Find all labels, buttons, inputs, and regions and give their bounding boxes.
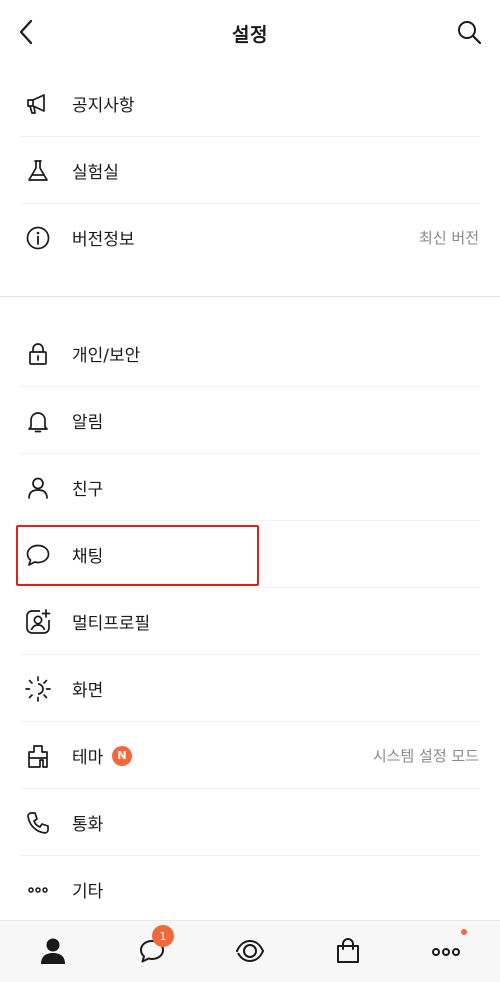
tab-chats[interactable]: 1 <box>130 925 174 973</box>
bell-icon <box>24 407 52 435</box>
unread-count-badge: 1 <box>152 925 174 947</box>
more-icon <box>432 948 460 956</box>
person-icon <box>24 474 52 502</box>
brightness-icon <box>24 675 52 703</box>
settings-item-multi-profile[interactable]: 멀티프로필 <box>0 588 500 655</box>
settings-item-label: 버전정보 <box>72 230 135 250</box>
search-button[interactable] <box>452 14 486 50</box>
settings-item-etc[interactable]: 기타 <box>0 856 500 923</box>
friends-person-icon <box>41 938 65 964</box>
tab-friends[interactable] <box>31 929 75 973</box>
chat-bubble-icon <box>24 541 52 569</box>
multi-profile-icon <box>24 608 52 636</box>
bottom-nav: 1 <box>0 920 500 982</box>
settings-item-notice[interactable]: 공지사항 <box>0 70 500 137</box>
tab-more[interactable] <box>424 929 468 973</box>
settings-item-display[interactable]: 화면 <box>0 655 500 722</box>
settings-item-privacy[interactable]: 개인/보안 <box>0 320 500 387</box>
settings-item-label: 친구 <box>72 480 104 500</box>
settings-item-lab[interactable]: 실험실 <box>0 137 500 204</box>
settings-item-friends[interactable]: 친구 <box>0 454 500 521</box>
settings-item-call[interactable]: 통화 <box>0 789 500 856</box>
settings-item-label: 알림 <box>72 413 104 433</box>
settings-item-label: 기타 <box>72 882 104 902</box>
settings-item-label: 테마 <box>72 748 104 768</box>
settings-item-label: 실험실 <box>72 163 119 183</box>
flask-icon <box>24 157 52 185</box>
settings-item-chat[interactable]: 채팅 <box>0 521 500 588</box>
tab-shopping[interactable] <box>326 929 370 973</box>
phone-icon <box>24 809 52 837</box>
shopping-bag-icon <box>337 938 359 963</box>
page-title: 설정 <box>232 24 268 46</box>
lock-icon <box>24 340 52 368</box>
settings-item-label: 화면 <box>72 681 104 701</box>
settings-item-label: 멀티프로필 <box>72 614 151 634</box>
settings-item-label: 공지사항 <box>72 96 135 116</box>
search-icon <box>458 21 482 45</box>
settings-item-label: 채팅 <box>72 547 104 567</box>
megaphone-icon <box>24 90 52 118</box>
view-eye-icon <box>236 939 264 963</box>
more-dots-icon <box>24 876 52 904</box>
new-dot-indicator <box>461 929 467 935</box>
section-divider <box>0 296 500 297</box>
settings-item-label: 개인/보안 <box>72 346 141 366</box>
settings-item-version[interactable]: 버전정보 최신 버전 <box>0 204 500 271</box>
theme-mode-value: 시스템 설정 모드 <box>372 747 479 765</box>
header: 설정 <box>0 0 500 66</box>
tab-view[interactable] <box>228 929 272 973</box>
settings-item-theme[interactable]: 테마 N 시스템 설정 모드 <box>0 722 500 789</box>
theme-icon <box>24 742 52 770</box>
version-status: 최신 버전 <box>419 229 479 247</box>
info-icon <box>24 224 52 252</box>
new-badge: N <box>112 745 132 766</box>
settings-item-notifications[interactable]: 알림 <box>0 387 500 454</box>
settings-item-label: 통화 <box>72 815 104 835</box>
